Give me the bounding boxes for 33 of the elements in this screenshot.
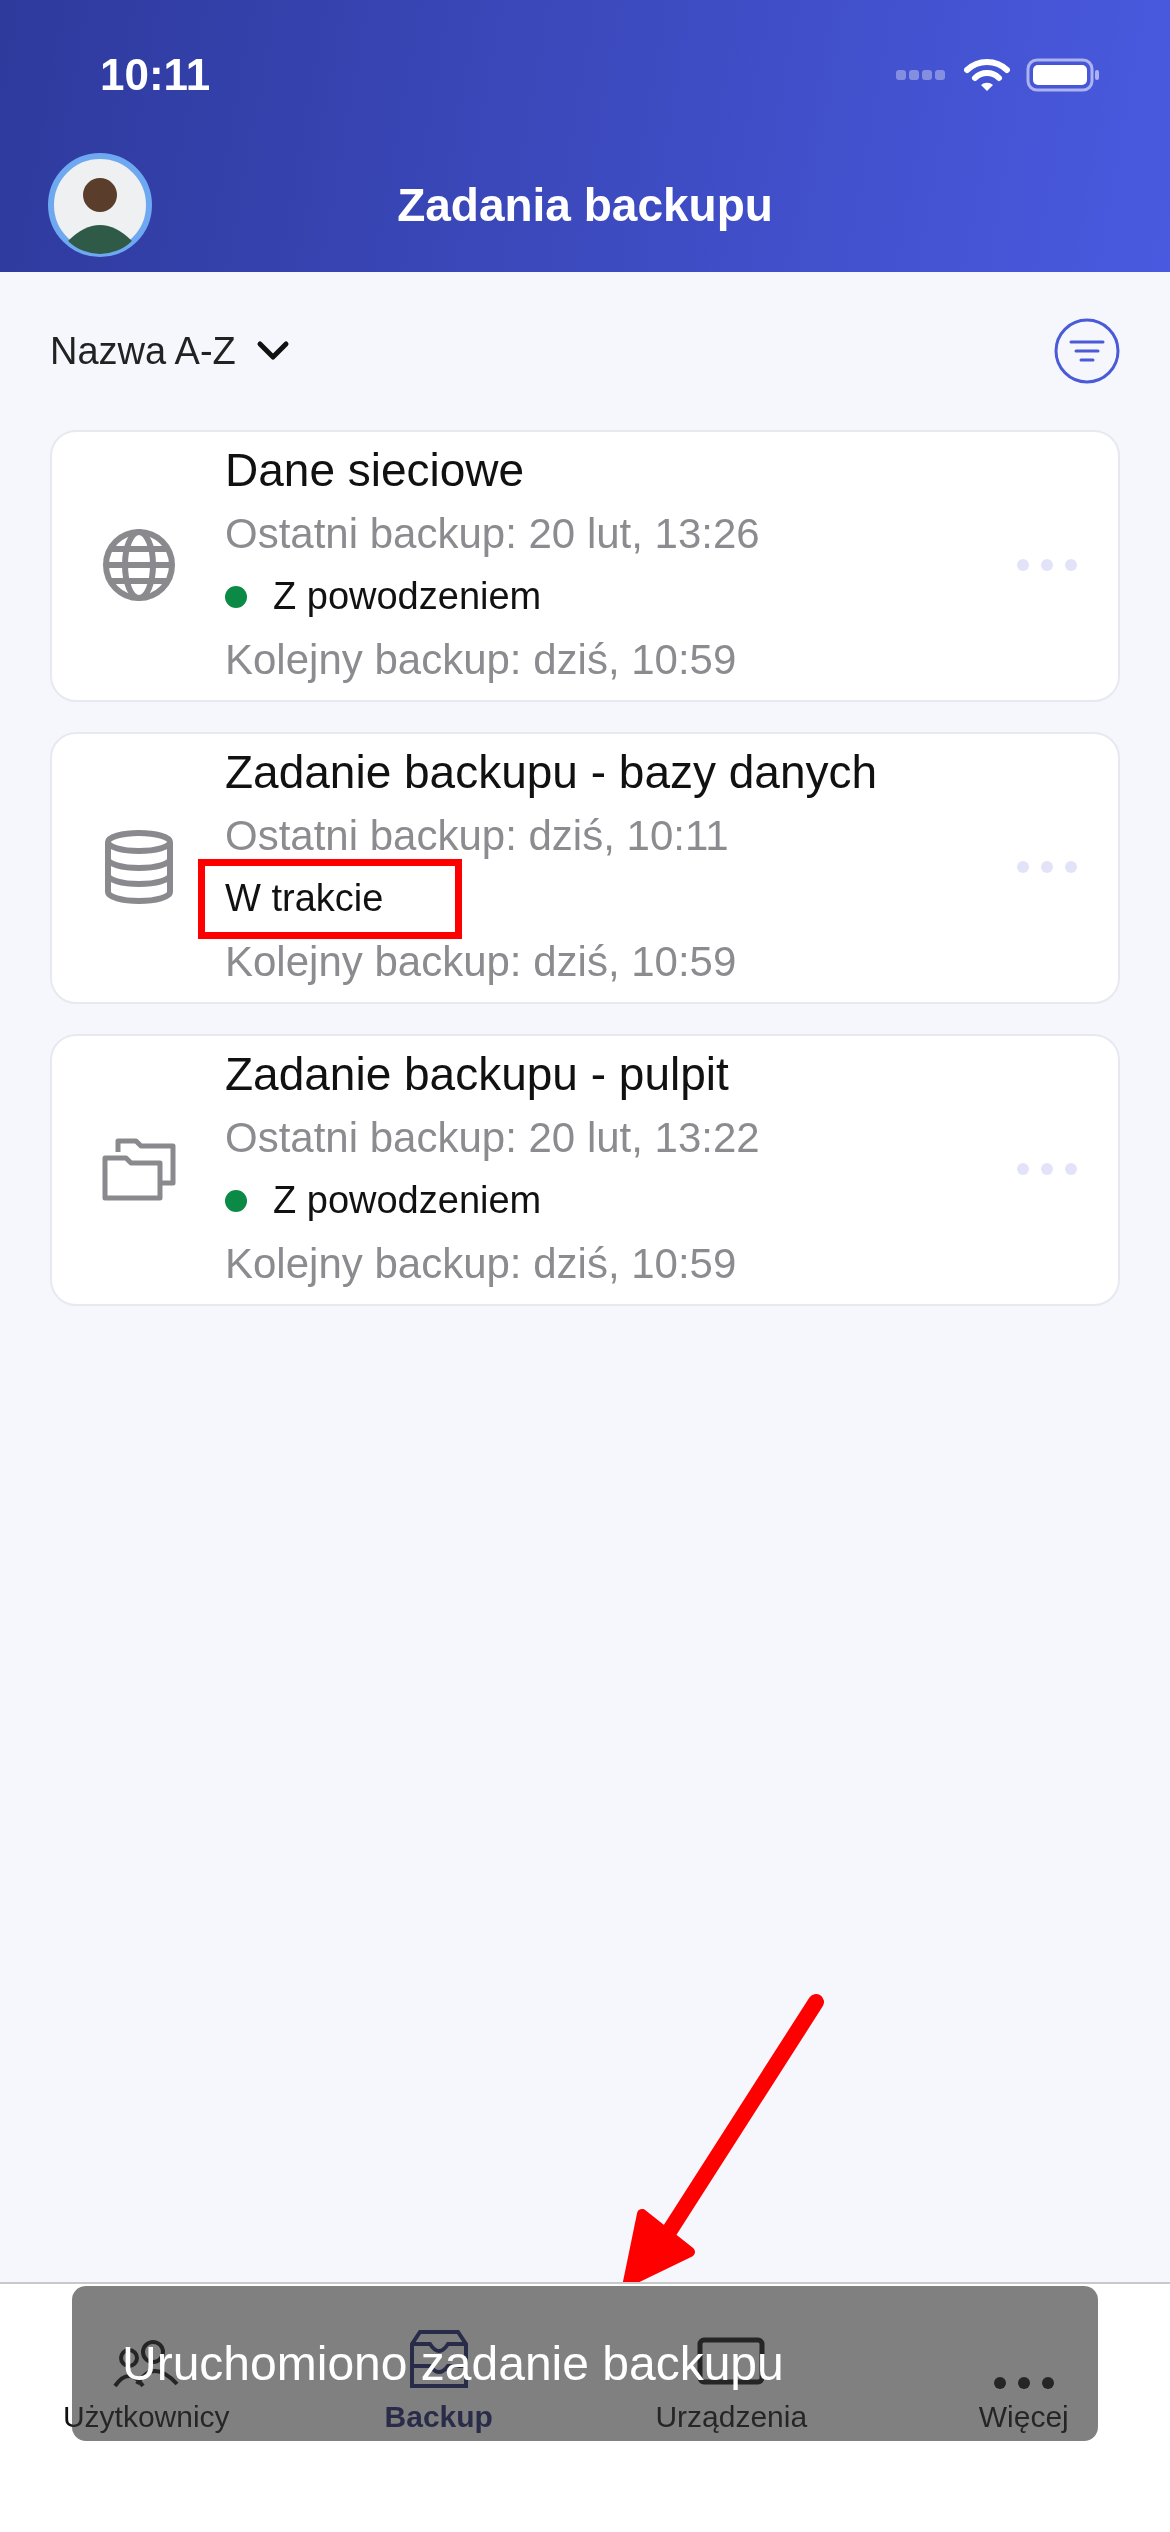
filter-icon[interactable] <box>1054 318 1120 384</box>
avatar-icon[interactable] <box>48 153 152 257</box>
wifi-icon <box>964 57 1010 93</box>
screen-title: Zadania backupu <box>397 178 773 232</box>
next-backup-text: Kolejny backup: dziś, 10:59 <box>225 1239 737 1289</box>
folders-icon <box>102 1136 176 1202</box>
battery-icon <box>1026 57 1100 93</box>
next-backup-text: Kolejny backup: dziś, 10:59 <box>225 635 737 685</box>
last-backup-text: Ostatni backup: dziś, 10:11 <box>225 811 729 861</box>
status-label: Z powodzeniem <box>273 575 542 618</box>
job-title: Dane sieciowe <box>225 443 525 498</box>
job-card[interactable]: Zadanie backupu - bazy danych Ostatni backup: dziś, 10:11 W trakcie Kolejny backup: dziś, 10:59 <box>50 732 1120 1004</box>
job-card[interactable]: Zadanie backupu - pulpit Ostatni backup: 20 lut, 13:22 Z powodzeniem Kolejny backup: dziś, 10:59 <box>50 1034 1120 1306</box>
database-icon <box>104 830 174 904</box>
more-icon[interactable] <box>1016 860 1078 874</box>
status-time: 10:11 <box>100 50 211 100</box>
status-label: W trakcie <box>225 877 384 920</box>
caret-icon <box>255 340 290 362</box>
globe-icon <box>102 528 176 602</box>
next-backup-text: Kolejny backup: dziś, 10:59 <box>225 937 737 987</box>
status-label: Z powodzeniem <box>273 1179 542 1222</box>
tab-label[interactable]: Urządzenia <box>655 2400 808 2434</box>
more-icon[interactable] <box>1016 1162 1078 1176</box>
tab-label[interactable]: Więcej <box>978 2400 1069 2434</box>
signal-icon <box>896 67 948 83</box>
job-card[interactable]: Dane sieciowe Ostatni backup: 20 lut, 13:26 Z powodzeniem Kolejny backup: dziś, 10:59 <box>50 430 1120 702</box>
job-title: Zadanie backupu - bazy danych <box>225 745 878 800</box>
sort-dropdown[interactable]: Nazwa A-Z <box>50 329 290 373</box>
job-title: Zadanie backupu - pulpit <box>225 1047 729 1102</box>
last-backup-text: Ostatni backup: 20 lut, 13:26 <box>225 509 760 559</box>
last-backup-text: Ostatni backup: 20 lut, 13:22 <box>225 1113 760 1163</box>
more-icon[interactable] <box>1016 558 1078 572</box>
more-icon <box>992 2376 1055 2390</box>
